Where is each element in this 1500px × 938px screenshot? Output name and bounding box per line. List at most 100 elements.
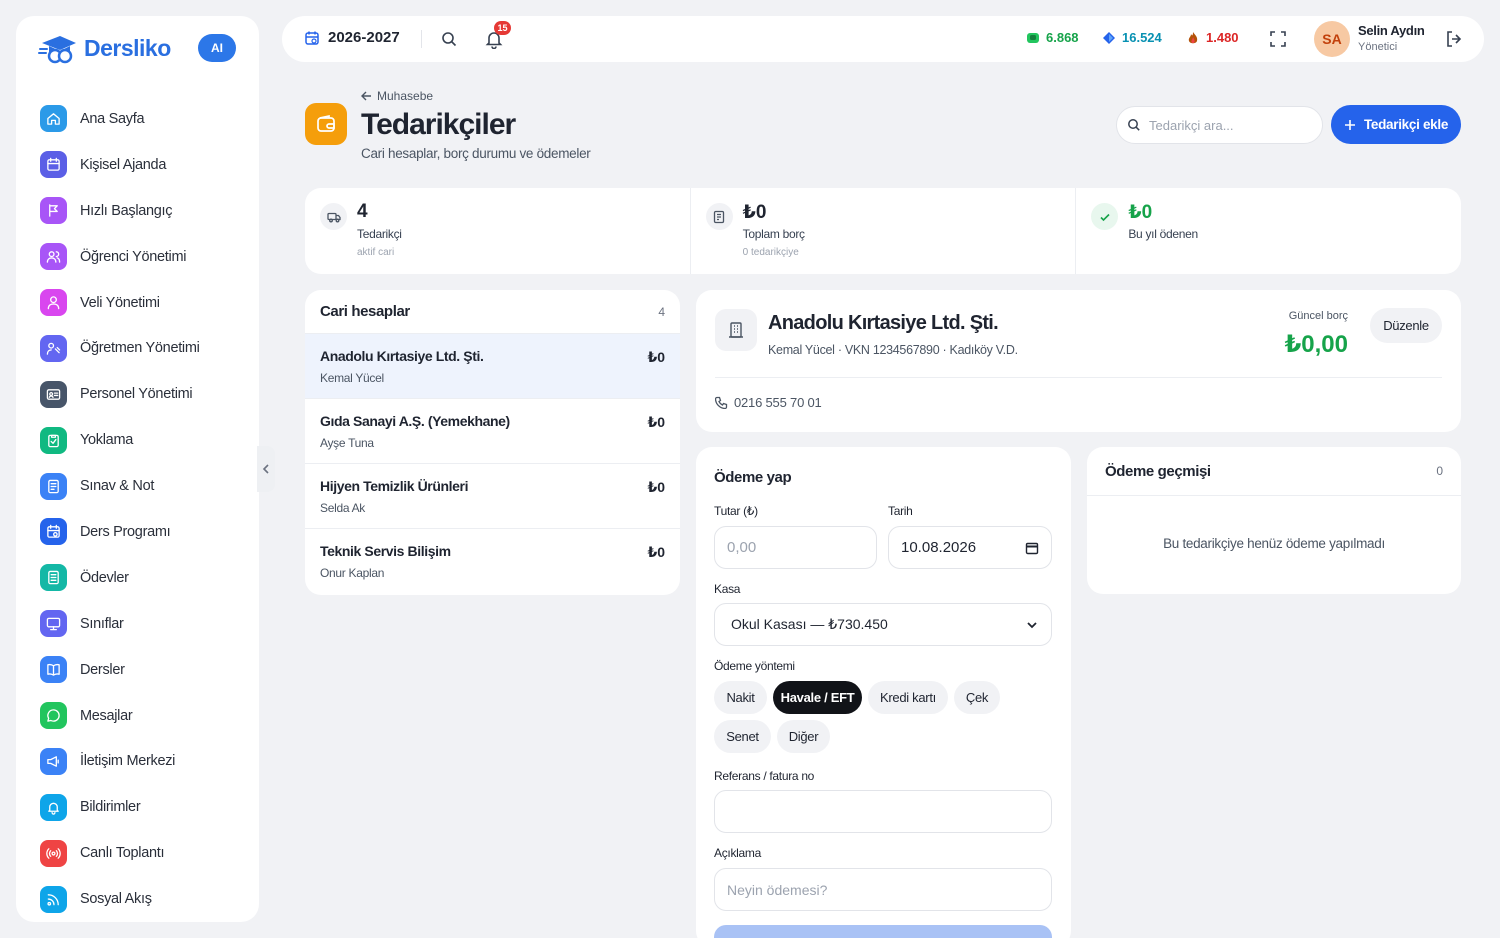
sidebar-item-calendar[interactable]: Kişisel Ajanda [40,142,240,188]
account-row[interactable]: Anadolu Kırtasiye Ltd. Şti. Kemal Yücel … [305,334,680,399]
account-row[interactable]: Teknik Servis Bilişim Onur Kaplan ₺0 [305,529,680,594]
sidebar-item-book[interactable]: Dersler [40,647,240,693]
breadcrumb[interactable]: Muhasebe [361,89,433,103]
brand-name: Dersliko [84,34,171,61]
sidebar-item-play[interactable]: Hızlı Başlangıç [40,188,240,234]
sidebar-item-users[interactable]: Öğrenci Yönetimi [40,234,240,280]
green-gem-stat[interactable]: 6.868 [1026,30,1079,45]
sidebar-item-label: Ödevler [80,569,129,586]
cashbox-label: Kasa [714,582,741,596]
sidebar-item-classroom[interactable]: Sınıflar [40,601,240,647]
collapse-sidebar-button[interactable] [257,446,275,492]
supplier-search[interactable] [1116,106,1323,144]
account-balance: ₺0 [647,414,665,430]
sidebar-item-exam[interactable]: Sınav & Not [40,463,240,509]
stat-paid-this-year: ₺0 Bu yıl ödenen [1076,188,1461,274]
stat-suppliers: 4 Tedarikçi aktif cari [305,188,691,274]
cashbox-select[interactable]: Okul Kasası — ₺730.450 [714,603,1052,646]
sidebar-item-label: Ders Programı [80,523,171,540]
supplier-search-input[interactable] [1149,117,1309,133]
sidebar-item-label: İletişim Merkezi [80,753,176,770]
sidebar-item-id-card[interactable]: Personel Yönetimi [40,371,240,417]
green-gem-value: 6.868 [1046,30,1079,45]
reference-field[interactable] [714,790,1052,833]
method-cash[interactable]: Nakit [714,681,767,714]
date-field[interactable]: 10.08.2026 [888,526,1052,569]
note-input[interactable] [727,881,1039,898]
avatar[interactable]: SA [1314,21,1350,57]
history-title: Ödeme geçmişi [1105,462,1211,480]
stat-sub: 0 tedarikçiye [742,247,799,258]
method-check[interactable]: Çek [954,681,1000,714]
summary-stats: 4 Tedarikçi aktif cari ₺0 Toplam borç 0 … [305,188,1461,274]
amount-input[interactable] [727,539,864,556]
sidebar: Dersliko AI Ana Sayfa Kişisel Ajanda Hızlı… [16,16,259,922]
history-count: 0 [1436,464,1443,478]
brand[interactable]: Dersliko [38,32,171,64]
sidebar-item-schedule[interactable]: Ders Programı [40,509,240,555]
sidebar-item-broadcast[interactable]: Canlı Toplantı [40,830,240,876]
green-gem-icon [1027,32,1039,43]
note-field[interactable] [714,868,1052,911]
broadcast-icon [40,839,67,867]
sidebar-item-label: Canlı Toplantı [80,845,165,862]
sidebar-item-parents[interactable]: Veli Yönetimi [40,280,240,326]
sidebar-item-home[interactable]: Ana Sayfa [40,96,240,142]
method-note[interactable]: Senet [714,720,771,753]
edit-button[interactable]: Düzenle [1370,308,1442,343]
sidebar-item-label: Ana Sayfa [80,110,145,127]
add-supplier-label: Tedarikçi ekle [1363,117,1449,132]
home-icon [40,105,67,133]
homework-icon [40,564,67,592]
sidebar-item-megaphone[interactable]: İletişim Merkezi [40,738,240,784]
sidebar-item-label: Sınıflar [80,615,124,632]
sidebar-item-bell[interactable]: Bildirimler [40,784,240,830]
blue-gem-stat[interactable]: 16.524 [1102,30,1162,45]
sidebar-item-label: Sosyal Akış [80,891,152,908]
teacher-icon [40,334,67,362]
building-icon [715,309,757,351]
account-name: Anadolu Kırtasiye Ltd. Şti. [320,348,484,364]
method-transfer[interactable]: Havale / EFT [773,681,862,714]
divider [715,377,1442,378]
fullscreen-icon[interactable] [1269,30,1287,48]
sidebar-item-label: Öğrenci Yönetimi [80,248,187,265]
add-supplier-button[interactable]: Tedarikçi ekle [1331,105,1461,144]
supplier-phone[interactable]: 0216 555 70 01 [715,395,822,410]
accounts-header: Cari hesaplar 4 [305,290,680,334]
sidebar-item-label: Kişisel Ajanda [80,156,167,173]
sidebar-item-clipboard-check[interactable]: Yoklama [40,417,240,463]
blue-gem-value: 16.524 [1122,30,1162,45]
sidebar-item-label: Veli Yönetimi [80,294,160,311]
fire-stat[interactable]: 1.480 [1186,30,1239,45]
account-row[interactable]: Hijyen Temizlik Ürünleri Selda Ak ₺0 [305,464,680,529]
sidebar-item-homework[interactable]: Ödevler [40,555,240,601]
fire-value: 1.480 [1206,30,1239,45]
ai-button[interactable]: AI [198,34,236,62]
truck-icon [320,203,347,230]
academic-year-selector[interactable]: 2026-2027 [304,29,400,46]
logout-icon[interactable] [1444,29,1464,49]
amount-field[interactable] [714,526,877,569]
stat-label: Tedarikçi [357,227,402,241]
method-other[interactable]: Diğer [777,720,830,753]
notification-badge: 15 [494,21,511,35]
calendar-icon[interactable] [1025,541,1039,555]
method-credit-card[interactable]: Kredi kartı [868,681,948,714]
sidebar-item-rss[interactable]: Sosyal Akış [40,876,240,922]
user-role: Yönetici [1358,41,1398,53]
current-debt-value: ₺0,00 [1284,331,1348,358]
stat-label: Toplam borç [742,227,805,241]
sidebar-item-chat[interactable]: Mesajlar [40,693,240,739]
chevron-left-icon [262,464,269,474]
sidebar-item-teacher[interactable]: Öğretmen Yönetimi [40,325,240,371]
reference-input[interactable] [727,803,1039,820]
account-contact: Onur Kaplan [320,566,385,580]
search-icon[interactable] [440,30,458,48]
current-debt-label: Güncel borç [1288,310,1348,322]
submit-payment-button[interactable] [714,925,1052,938]
clipboard-check-icon [40,426,67,454]
account-balance: ₺0 [647,349,665,365]
account-row[interactable]: Gıda Sanayi A.Ş. (Yemekhane) Ayşe Tuna ₺… [305,399,680,464]
sidebar-item-label: Personel Yönetimi [80,386,193,403]
